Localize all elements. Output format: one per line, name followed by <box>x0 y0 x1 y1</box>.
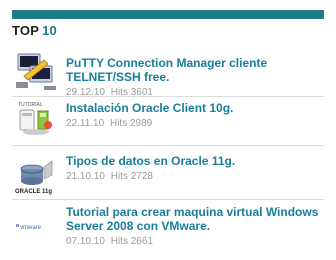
thumb-caption: TUTORIAL <box>18 102 43 108</box>
thumb-caption: vmware <box>20 225 42 231</box>
article-meta: 07.10.10 Hits 2661 <box>66 235 324 248</box>
putty-icon[interactable] <box>14 52 58 92</box>
list-item: TUTORIAL Instalación Oracle Client 10g. … <box>12 97 324 146</box>
widget-header-bar <box>12 10 324 19</box>
hits-count: 2989 <box>129 118 153 129</box>
hits-label: Hits <box>109 118 128 129</box>
top10-widget: TOP 10 PuTTY Connection Manager cliente T… <box>12 10 324 260</box>
article-link[interactable]: Tipos de datos en Oracle 11g. <box>66 154 324 168</box>
install-tutorial-icon[interactable]: TUTORIAL <box>14 99 58 139</box>
article-meta: 21.10.10 Hits 2728 <box>66 170 324 183</box>
heading-number: 10 <box>42 23 57 38</box>
article-link[interactable]: PuTTY Connection Manager cliente TELNET/… <box>66 56 324 84</box>
list-item: PuTTY Connection Manager cliente TELNET/… <box>12 40 324 98</box>
vmware-logo-icon[interactable]: vmware <box>14 210 58 250</box>
heading-prefix: TOP <box>12 23 40 38</box>
article-date: 07.10.10 <box>66 236 105 247</box>
hits-label: Hits <box>110 171 128 182</box>
hits-count: 2661 <box>130 236 153 247</box>
article-link[interactable]: Instalación Oracle Client 10g. <box>66 101 324 115</box>
list-item: ORACLE 11g Tipos de datos en Oracle 11g.… <box>12 146 324 200</box>
article-date: 21.10.10 <box>66 171 105 182</box>
article-link[interactable]: Tutorial para crear maquina virtual Wind… <box>66 205 324 233</box>
hits-label: Hits <box>110 236 128 247</box>
article-meta: 22.11.10 Hits 2989 <box>66 117 324 130</box>
list-item: vmware Tutorial para crear maquina virtu… <box>12 200 324 260</box>
oracle-11g-logo-icon[interactable]: ORACLE 11g <box>14 155 58 195</box>
hits-count: 2728 <box>130 171 153 182</box>
thumb-caption: ORACLE 11g <box>15 189 52 195</box>
article-date: 22.11.10 <box>66 118 105 129</box>
widget-heading: TOP 10 <box>12 22 324 40</box>
